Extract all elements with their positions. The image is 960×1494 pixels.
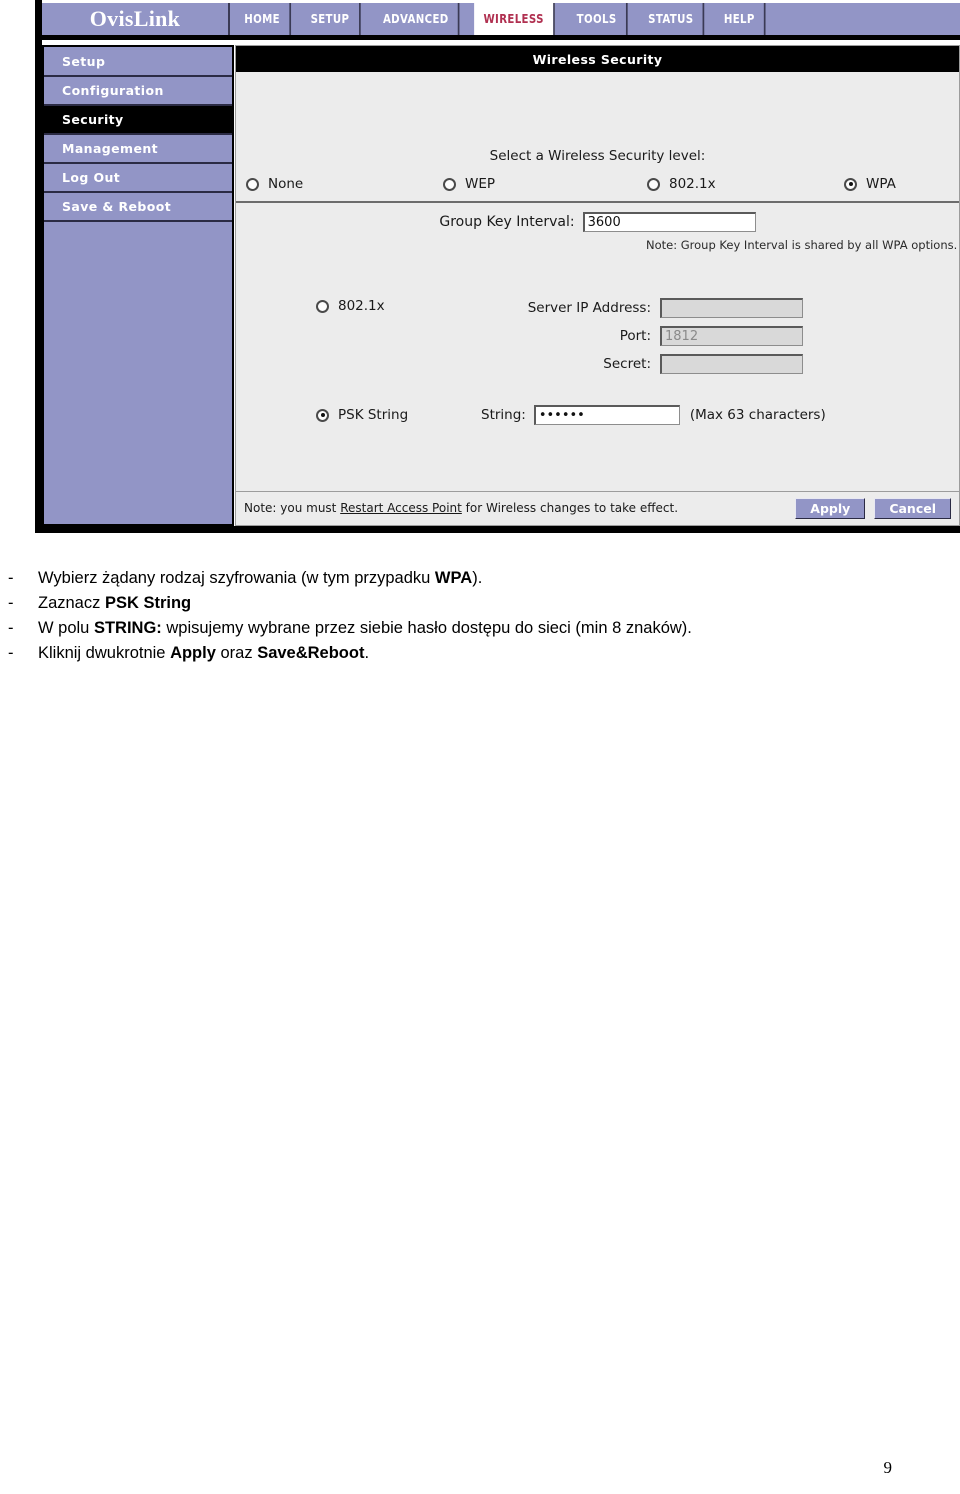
instruction-4-pre: Kliknij dwukrotnie [38, 644, 171, 662]
apply-button[interactable]: Apply [795, 497, 866, 519]
secret-label: Secret: [603, 356, 651, 372]
secret-input[interactable] [660, 354, 803, 374]
bullet-dash-2: - [8, 594, 14, 612]
page-number: 9 [883, 1458, 893, 1477]
radio-option-wpa[interactable]: WPA [844, 176, 896, 192]
radio-option-dot1x-mode[interactable]: 802.1x [316, 298, 385, 314]
instruction-1-pre: Wybierz żądany rodzaj szyfrowania (w tym… [38, 569, 435, 587]
instruction-line-2: - Zaznacz PSK String [0, 591, 960, 616]
instruction-2-bold: PSK String [104, 594, 192, 612]
sidebar-item-configuration[interactable]: Configuration [44, 77, 232, 106]
restart-access-point-link[interactable]: Restart Access Point [340, 501, 462, 515]
restart-note-suffix: for Wireless changes to take effect. [461, 501, 679, 515]
instruction-4-bold: Apply [170, 644, 216, 662]
radio-icon-psk-string[interactable] [316, 408, 329, 422]
radio-label-wep: WEP [465, 176, 496, 192]
nav-tab-help[interactable]: HELP [714, 3, 766, 35]
instruction-text-2: Zaznacz PSK String [38, 591, 960, 616]
brand-logo: OvisLink [42, 3, 230, 35]
sidebar-item-save-and-reboot[interactable]: Save & Reboot [44, 193, 232, 222]
wireless-security-form: Select a Wireless Security level: None W… [236, 72, 959, 524]
page-title: Wireless Security [236, 46, 959, 72]
server-ip-row: Server IP Address: [471, 294, 956, 322]
radio-label-8021x: 802.1x [669, 176, 716, 192]
instruction-2-pre: Zaznacz [38, 594, 105, 612]
nav-tab-status[interactable]: STATUS [638, 3, 705, 35]
instruction-1-post: ). [472, 569, 483, 587]
radio-icon-none[interactable] [246, 177, 259, 191]
port-input[interactable] [660, 326, 803, 346]
instruction-line-4: - Kliknij dwukrotnie Apply oraz Save&Reb… [0, 641, 960, 666]
radio-icon-8021x[interactable] [647, 177, 660, 191]
nav-tab-home[interactable]: HOME [235, 3, 292, 35]
instruction-4-post: oraz [215, 644, 258, 662]
group-key-interval-row: Group Key Interval: [236, 212, 959, 232]
restart-note: Note: you must Restart Access Point for … [244, 501, 786, 515]
bullet-dash-1: - [8, 569, 14, 587]
form-footer: Note: you must Restart Access Point for … [236, 491, 959, 524]
instruction-text-1: Wybierz żądany rodzaj szyfrowania (w tym… [38, 566, 960, 591]
radio-option-8021x[interactable]: 802.1x [647, 176, 716, 192]
port-label: Port: [619, 328, 651, 344]
top-navigation-bar: OvisLink HOME SETUP ADVANCED WIRELESS TO… [42, 3, 960, 40]
security-level-label: Select a Wireless Security level: [489, 148, 706, 164]
radio-label-wpa: WPA [866, 176, 896, 192]
screenshot-bottom-border [35, 526, 960, 533]
sidebar-item-setup[interactable]: Setup [44, 48, 232, 77]
screenshot-left-border [35, 0, 42, 533]
nav-tab-tools[interactable]: TOOLS [567, 3, 628, 35]
group-key-interval-label: Group Key Interval: [439, 214, 575, 230]
cancel-button[interactable]: Cancel [874, 497, 951, 519]
psk-max-chars-hint: (Max 63 characters) [689, 407, 826, 423]
security-level-options: None WEP 802.1x WPA [236, 173, 959, 203]
psk-string-label: String: [481, 407, 526, 423]
radio-label-dot1x-mode: 802.1x [338, 298, 385, 314]
radio-icon-wpa[interactable] [844, 177, 857, 191]
dot1x-section: 802.1x Server IP Address: Port: Secret: [316, 294, 956, 378]
instruction-1-bold: WPA [434, 569, 473, 587]
radio-label-none: None [268, 176, 304, 192]
instruction-3-post: wpisujemy wybrane przez siebie hasło dos… [161, 619, 692, 637]
radio-option-wep[interactable]: WEP [443, 176, 495, 192]
server-ip-input[interactable] [660, 298, 803, 318]
screenshot-body: Setup Configuration Security Management … [42, 45, 960, 526]
bullet-dash-4: - [8, 644, 14, 662]
radio-option-none[interactable]: None [246, 176, 303, 192]
psk-section: PSK String String: (Max 63 characters) [316, 405, 960, 425]
nav-filler [784, 3, 945, 35]
server-ip-label: Server IP Address: [527, 300, 651, 316]
group-key-interval-note: Note: Group Key Interval is shared by al… [646, 238, 958, 252]
instruction-line-1: - Wybierz żądany rodzaj szyfrowania (w t… [0, 566, 960, 591]
psk-string-input[interactable] [533, 405, 680, 425]
radio-icon-wep[interactable] [443, 177, 456, 191]
sidebar: Setup Configuration Security Management … [42, 45, 234, 526]
instruction-3-pre: W polu [38, 619, 94, 637]
content-panel: Wireless Security Select a Wireless Secu… [235, 45, 960, 526]
instruction-text-4: Kliknij dwukrotnie Apply oraz Save&Reboo… [38, 641, 960, 666]
sidebar-item-security[interactable]: Security [44, 106, 232, 135]
radio-option-psk-string[interactable]: PSK String [316, 407, 481, 423]
instruction-line-3: - W polu STRING: wpisujemy wybrane przez… [0, 616, 960, 641]
instruction-4-post2: . [364, 644, 370, 662]
radio-label-psk-string: PSK String [338, 407, 409, 423]
sidebar-item-management[interactable]: Management [44, 135, 232, 164]
instruction-text-3: W polu STRING: wpisujemy wybrane przez s… [38, 616, 960, 641]
secret-row: Secret: [471, 350, 956, 378]
nav-tab-setup[interactable]: SETUP [301, 3, 361, 35]
nav-tab-wireless[interactable]: WIRELESS [473, 3, 555, 35]
restart-note-prefix: Note: you must [244, 501, 341, 515]
instructions-list: - Wybierz żądany rodzaj szyfrowania (w t… [0, 566, 960, 666]
sidebar-item-log-out[interactable]: Log Out [44, 164, 232, 193]
instruction-4-bold2: Save&Reboot [257, 644, 365, 662]
radio-icon-dot1x-mode[interactable] [316, 299, 329, 313]
bullet-dash-3: - [8, 619, 14, 637]
instruction-3-bold: STRING: [93, 619, 162, 637]
router-admin-screenshot: OvisLink HOME SETUP ADVANCED WIRELESS TO… [35, 0, 960, 533]
port-row: Port: [471, 322, 956, 350]
group-key-interval-input[interactable] [582, 212, 756, 232]
nav-tab-advanced[interactable]: ADVANCED [373, 3, 460, 35]
